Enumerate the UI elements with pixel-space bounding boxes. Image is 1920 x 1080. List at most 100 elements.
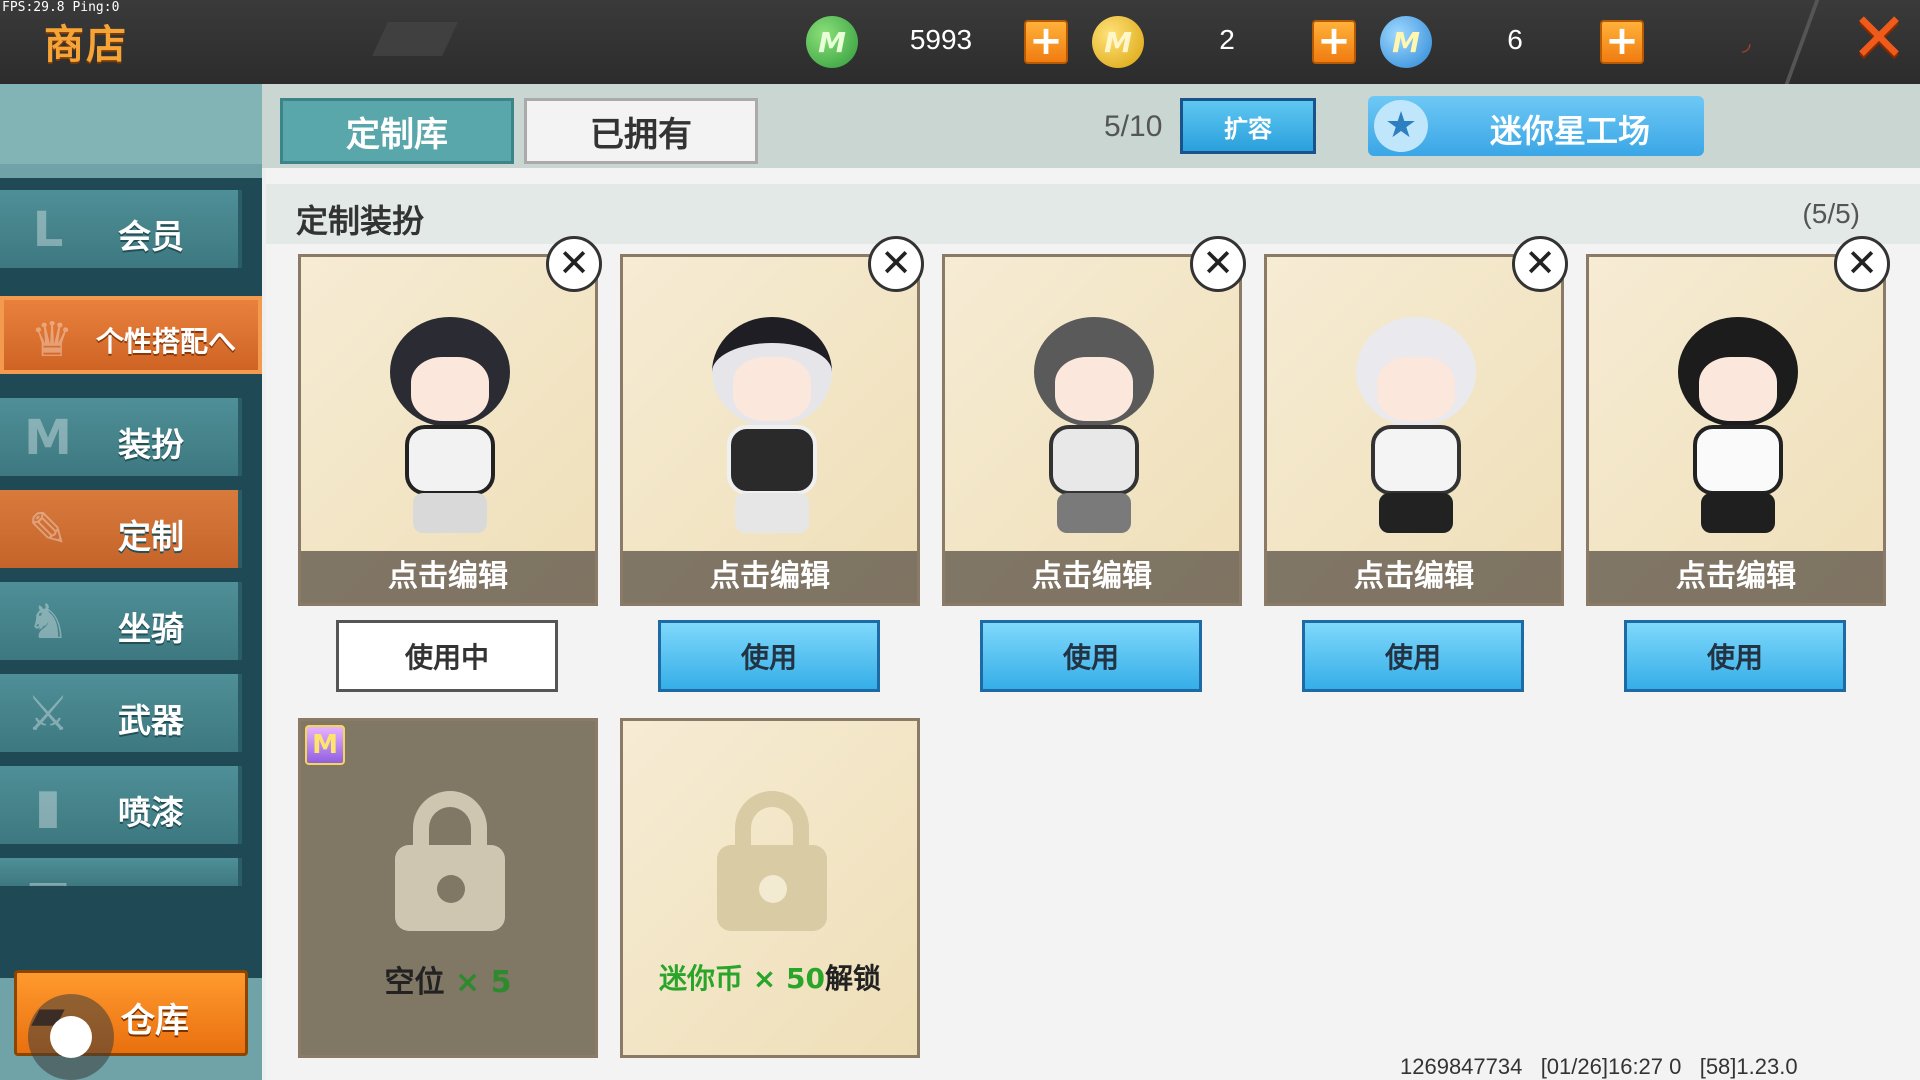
divider <box>1784 0 1820 84</box>
star-coin-icon: M <box>1380 16 1432 68</box>
delete-outfit-4-icon[interactable]: ✕ <box>1512 236 1568 292</box>
use-button-5[interactable]: 使用 <box>1624 620 1846 692</box>
content-panel: 定制装扮 (5/5) 点击编辑 点击编辑 点击编辑 点击编辑 点击编辑 ✕ ✕ … <box>266 168 1920 1080</box>
sidebar-item-label: 坐骑 <box>118 609 184 648</box>
sidebar-header <box>0 84 262 164</box>
tab-custom-library[interactable]: 定制库 <box>280 98 514 164</box>
avatar-top <box>405 425 495 495</box>
use-button-2[interactable]: 使用 <box>658 620 880 692</box>
edit-label[interactable]: 点击编辑 <box>623 551 917 603</box>
page-title: 商店 <box>44 22 128 68</box>
vip-badge-icon: M <box>305 725 345 765</box>
avatar-face <box>411 357 489 421</box>
star-coin-balance: 6 <box>1507 24 1523 55</box>
sidebar-item-weapon[interactable]: ⚔ 武器 <box>0 674 242 752</box>
lock-keyhole <box>437 875 465 903</box>
avatar-legs <box>413 493 487 533</box>
top-bar: FPS:29.8 Ping:0 商店 M 5993 + M 2 + M 6 + … <box>0 0 1920 84</box>
use-button-4[interactable]: 使用 <box>1302 620 1524 692</box>
mini-coin-icon: M <box>1092 16 1144 68</box>
sidebar-item-decoration[interactable]: ▣ 摆规 <box>0 858 242 886</box>
unlock-label: 解锁 <box>824 962 881 995</box>
mini-coin-balance: 2 <box>1219 24 1235 55</box>
mini-star-workshop-button[interactable]: ★ 迷你星工场 <box>1368 96 1704 156</box>
sidebar-item-label: 装扮 <box>118 425 184 464</box>
outfit-card-2[interactable]: 点击编辑 <box>620 254 920 606</box>
star-icon: ★ <box>1374 100 1428 152</box>
avatar <box>1663 317 1813 537</box>
section-header: 定制装扮 (5/5) <box>266 184 1920 244</box>
outfit-card-1[interactable]: 点击编辑 <box>298 254 598 606</box>
sidebar-item-outfit[interactable]: M 装扮 <box>0 398 242 476</box>
avatar <box>1341 317 1491 537</box>
avatar-top <box>727 425 817 495</box>
spray-can-icon: ▮ <box>34 778 62 834</box>
lock-icon <box>395 791 505 931</box>
signal-icon: ◞ <box>1742 31 1751 56</box>
add-star-coin-button[interactable]: + <box>1600 20 1644 64</box>
avatar-legs <box>735 493 809 533</box>
edit-label[interactable]: 点击编辑 <box>1589 551 1883 603</box>
pencil-icon: ✎ <box>27 502 69 558</box>
avatar <box>697 317 847 537</box>
avatar <box>1019 317 1169 537</box>
sidebar-item-personal-style[interactable]: ♛ 个性搭配へ <box>0 296 262 374</box>
mount-icon: ♞ <box>26 594 70 650</box>
empty-slot-count: × 5 <box>454 965 512 1000</box>
add-mini-coin-button[interactable]: + <box>1312 20 1356 64</box>
empty-slot-text: 空位 × 5 <box>301 957 595 1001</box>
add-mini-bean-button[interactable]: + <box>1024 20 1068 64</box>
sidebar-item-label: 个性搭配へ <box>96 325 237 358</box>
outfit-card-3[interactable]: 点击编辑 <box>942 254 1242 606</box>
version-info: 1269847734 [01/26]16:27 0 [58]1.23.0 <box>1400 1054 1798 1079</box>
avatar-face <box>1055 357 1133 421</box>
shirt-icon: M <box>24 410 72 466</box>
sidebar-item-label: 会员 <box>118 217 184 256</box>
unlock-cost: 迷你币 × 50 <box>659 962 825 995</box>
floating-assist-button[interactable] <box>28 994 114 1080</box>
edit-label[interactable]: 点击编辑 <box>1267 551 1561 603</box>
outfit-card-4[interactable]: 点击编辑 <box>1264 254 1564 606</box>
avatar-face <box>1377 357 1455 421</box>
mini-bean-icon: M <box>806 16 858 68</box>
lock-icon <box>717 791 827 931</box>
edit-label[interactable]: 点击编辑 <box>301 551 595 603</box>
mini-star-workshop-label: 迷你星工场 <box>1489 112 1650 150</box>
lock-keyhole <box>759 875 787 903</box>
outfit-card-5[interactable]: 点击编辑 <box>1586 254 1886 606</box>
empty-slot-card[interactable]: M 空位 × 5 <box>298 718 598 1058</box>
avatar-legs <box>1379 493 1453 533</box>
close-icon[interactable]: ✕ <box>1848 5 1910 73</box>
sidebar-item-vip[interactable]: L 会员 <box>0 190 242 268</box>
sidebar-item-spray[interactable]: ▮ 喷漆 <box>0 766 242 844</box>
empty-slot-label: 空位 <box>384 965 455 1000</box>
edit-label[interactable]: 点击编辑 <box>945 551 1239 603</box>
avatar-top <box>1371 425 1461 495</box>
section-count: (5/5) <box>1802 198 1860 229</box>
slot-count: 5/10 <box>1104 110 1163 143</box>
avatar-legs <box>1057 493 1131 533</box>
sidebar-item-label: 喷漆 <box>118 793 184 832</box>
delete-outfit-3-icon[interactable]: ✕ <box>1190 236 1246 292</box>
sidebar-item-mount[interactable]: ♞ 坐骑 <box>0 582 242 660</box>
sidebar-nav: L 会员 ♛ 个性搭配へ M 装扮 ✎ 定制 ♞ 坐骑 ⚔ 武器 ▮ 喷漆 ▣ <box>0 178 262 978</box>
trophy-icon: ♛ <box>30 312 74 368</box>
delete-outfit-1-icon[interactable]: ✕ <box>546 236 602 292</box>
avatar-face <box>733 357 811 421</box>
sidebar-item-custom[interactable]: ✎ 定制 <box>0 490 242 568</box>
expand-button[interactable]: 扩容 <box>1180 98 1316 154</box>
in-use-button[interactable]: 使用中 <box>336 620 558 692</box>
unlock-slot-card[interactable]: 迷你币 × 50解锁 <box>620 718 920 1058</box>
delete-outfit-2-icon[interactable]: ✕ <box>868 236 924 292</box>
tab-owned[interactable]: 已拥有 <box>524 98 758 164</box>
use-button-3[interactable]: 使用 <box>980 620 1202 692</box>
decoration-icon: ▣ <box>8 868 88 886</box>
decor-stripe <box>372 22 458 56</box>
delete-outfit-5-icon[interactable]: ✕ <box>1834 236 1890 292</box>
vip-card-icon: L <box>32 202 64 258</box>
tab-bar: 定制库 已拥有 5/10 扩容 ★ 迷你星工场 <box>262 84 1920 168</box>
avatar-legs <box>1701 493 1775 533</box>
avatar-top <box>1693 425 1783 495</box>
mini-bean-balance: 5993 <box>909 24 973 55</box>
section-title: 定制装扮 <box>296 202 425 240</box>
